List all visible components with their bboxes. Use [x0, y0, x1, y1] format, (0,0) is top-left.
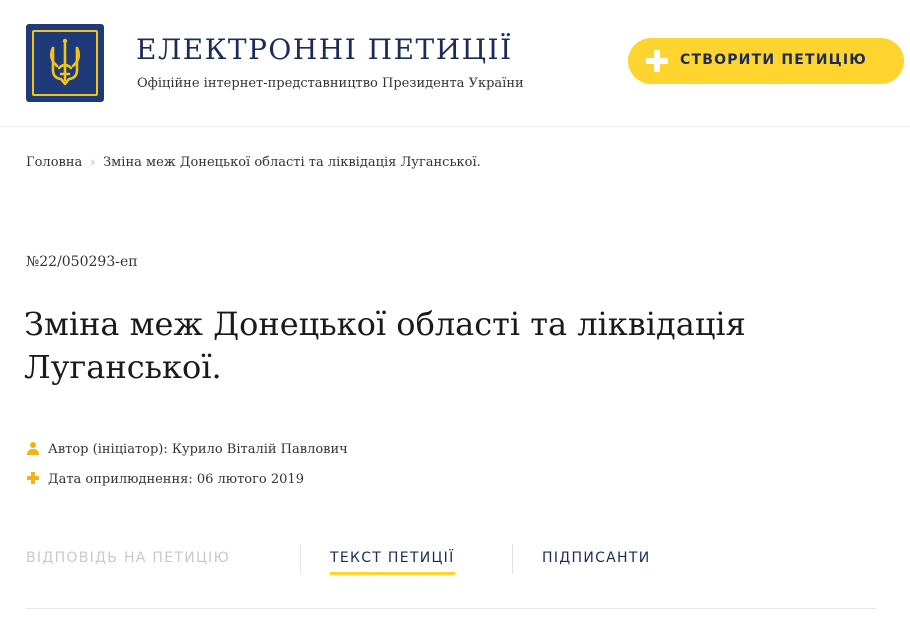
- user-icon: [27, 442, 39, 455]
- tab-response[interactable]: ВІДПОВІДЬ НА ПЕТИЦІЮ: [26, 550, 230, 566]
- site-subtitle: Офіційне інтернет-представництво Президе…: [137, 76, 524, 91]
- create-petition-label: СТВОРИТИ ПЕТИЦІЮ: [680, 52, 867, 68]
- petition-author-text: Автор (ініціатор): Курило Віталій Павлов…: [48, 442, 348, 457]
- tab-petition-text[interactable]: ТЕКСТ ПЕТИЦІЇ: [330, 550, 455, 575]
- tab-signers[interactable]: ПІДПИСАНТИ: [542, 550, 651, 566]
- site-title[interactable]: ЕЛЕКТРОННІ ПЕТИЦІЇ: [136, 33, 513, 66]
- petition-author: Автор (ініціатор): Курило Віталій Павлов…: [26, 441, 348, 457]
- breadcrumb-home-link[interactable]: Головна: [26, 155, 82, 170]
- petition-date: Дата оприлюднення: 06 лютого 2019: [26, 471, 304, 487]
- breadcrumb: Головна › Зміна меж Донецької області та л…: [26, 155, 481, 170]
- trident-coat-of-arms-icon: [49, 38, 81, 86]
- site-logo[interactable]: [26, 24, 104, 102]
- petition-title: Зміна меж Донецької області та ліквідаці…: [24, 305, 746, 386]
- tab-divider: [512, 544, 513, 574]
- divider: [26, 608, 876, 609]
- chevron-right-icon: ›: [90, 155, 96, 169]
- create-petition-button[interactable]: СТВОРИТИ ПЕТИЦІЮ: [628, 38, 904, 84]
- plus-icon: [27, 472, 39, 484]
- breadcrumb-current: Зміна меж Донецької області та ліквідаці…: [103, 155, 481, 170]
- petition-date-text: Дата оприлюднення: 06 лютого 2019: [48, 472, 304, 487]
- plus-icon: [646, 50, 668, 72]
- petition-tabs: ВІДПОВІДЬ НА ПЕТИЦІЮ ТЕКСТ ПЕТИЦІЇ ПІДПИ…: [26, 544, 876, 584]
- site-header: ЕЛЕКТРОННІ ПЕТИЦІЇ Офіційне інтернет-пре…: [0, 0, 910, 127]
- petition-number: №22/050293-еп: [26, 254, 138, 270]
- tab-divider: [300, 544, 301, 574]
